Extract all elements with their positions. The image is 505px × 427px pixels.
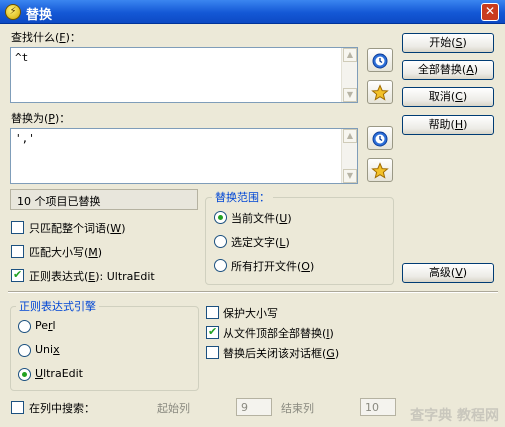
start-button[interactable]: 开始(S)	[402, 33, 494, 53]
history-clock-icon	[372, 53, 388, 69]
close-after-checkbox[interactable]	[206, 346, 219, 359]
scroll-down-icon[interactable]: ▼	[343, 88, 357, 102]
replace-input[interactable]: ',' ▲ ▼	[10, 128, 358, 184]
engine-perl-label: Perl	[35, 319, 56, 332]
match-case-checkbox[interactable]	[11, 245, 24, 258]
find-value: ^t	[15, 51, 29, 64]
title-bar: ⚡ 替换 ✕	[0, 0, 505, 24]
whole-word-label: 只匹配整个词语(W)	[29, 222, 126, 235]
from-top-checkbox[interactable]	[206, 325, 219, 339]
end-column-label: 结束列	[281, 402, 314, 415]
replace-history-button[interactable]	[367, 126, 393, 150]
replace-label: 替换为(P)：	[11, 112, 71, 125]
advanced-button[interactable]: 高级(V)	[402, 263, 494, 283]
scope-group-title: 替换范围：	[212, 189, 273, 205]
separator	[8, 291, 498, 293]
scope-all-files-radio[interactable]	[214, 259, 227, 272]
regex-checkbox[interactable]	[11, 268, 24, 282]
replace-all-button[interactable]: 全部替换(A)	[402, 60, 494, 80]
engine-ultraedit-label: UltraEdit	[35, 367, 83, 380]
replace-scrollbar[interactable]: ▲ ▼	[341, 129, 357, 183]
status-text: 10 个项目已替换	[10, 189, 198, 210]
close-after-label: 替换后关闭该对话框(G)	[223, 347, 340, 360]
preserve-case-checkbox[interactable]	[206, 306, 219, 319]
column-search-checkbox[interactable]	[11, 401, 24, 414]
engine-perl-radio[interactable]	[18, 320, 31, 333]
find-label: 查找什么(F)：	[11, 31, 81, 44]
engine-unix-label: Unix	[35, 343, 60, 356]
find-scrollbar[interactable]: ▲ ▼	[341, 48, 357, 102]
scroll-up-icon[interactable]: ▲	[343, 129, 357, 143]
find-history-button[interactable]	[367, 48, 393, 72]
regex-label: 正则表达式(E): UltraEdit	[29, 270, 155, 283]
scope-current-file-label: 当前文件(U)	[231, 212, 292, 225]
watermark: 查字典 教程网	[410, 408, 499, 424]
star-icon	[371, 84, 389, 101]
help-button[interactable]: 帮助(H)	[402, 115, 494, 135]
regex-engine-title: 正则表达式引擎	[16, 298, 99, 314]
star-icon	[371, 162, 389, 179]
preserve-case-label: 保护大小写	[223, 307, 278, 320]
from-top-label: 从文件顶部全部替换(I)	[223, 327, 334, 340]
start-column-label: 起始列	[157, 402, 190, 415]
engine-unix-radio[interactable]	[18, 344, 31, 357]
scroll-up-icon[interactable]: ▲	[343, 48, 357, 62]
find-input[interactable]: ^t ▲ ▼	[10, 47, 358, 103]
close-button[interactable]: ✕	[481, 3, 499, 21]
scroll-down-icon[interactable]: ▼	[343, 169, 357, 183]
scope-selected-text-radio[interactable]	[214, 235, 227, 248]
whole-word-checkbox[interactable]	[11, 221, 24, 234]
find-favorites-button[interactable]	[367, 80, 393, 104]
app-icon: ⚡	[5, 4, 21, 20]
scope-selected-text-label: 选定文字(L)	[231, 236, 290, 249]
scope-all-files-label: 所有打开文件(O)	[231, 260, 315, 273]
column-search-label: 在列中搜索：	[29, 402, 95, 415]
window-title: 替换	[26, 8, 53, 23]
engine-ultraedit-radio[interactable]	[18, 368, 31, 381]
start-column-input[interactable]: 9	[236, 398, 272, 416]
cancel-button[interactable]: 取消(C)	[402, 87, 494, 107]
history-clock-icon	[372, 131, 388, 147]
scope-current-file-radio[interactable]	[214, 211, 227, 224]
replace-favorites-button[interactable]	[367, 158, 393, 182]
match-case-label: 匹配大小写(M)	[29, 246, 103, 259]
end-column-input[interactable]: 10	[360, 398, 396, 416]
replace-value: ','	[15, 132, 35, 145]
